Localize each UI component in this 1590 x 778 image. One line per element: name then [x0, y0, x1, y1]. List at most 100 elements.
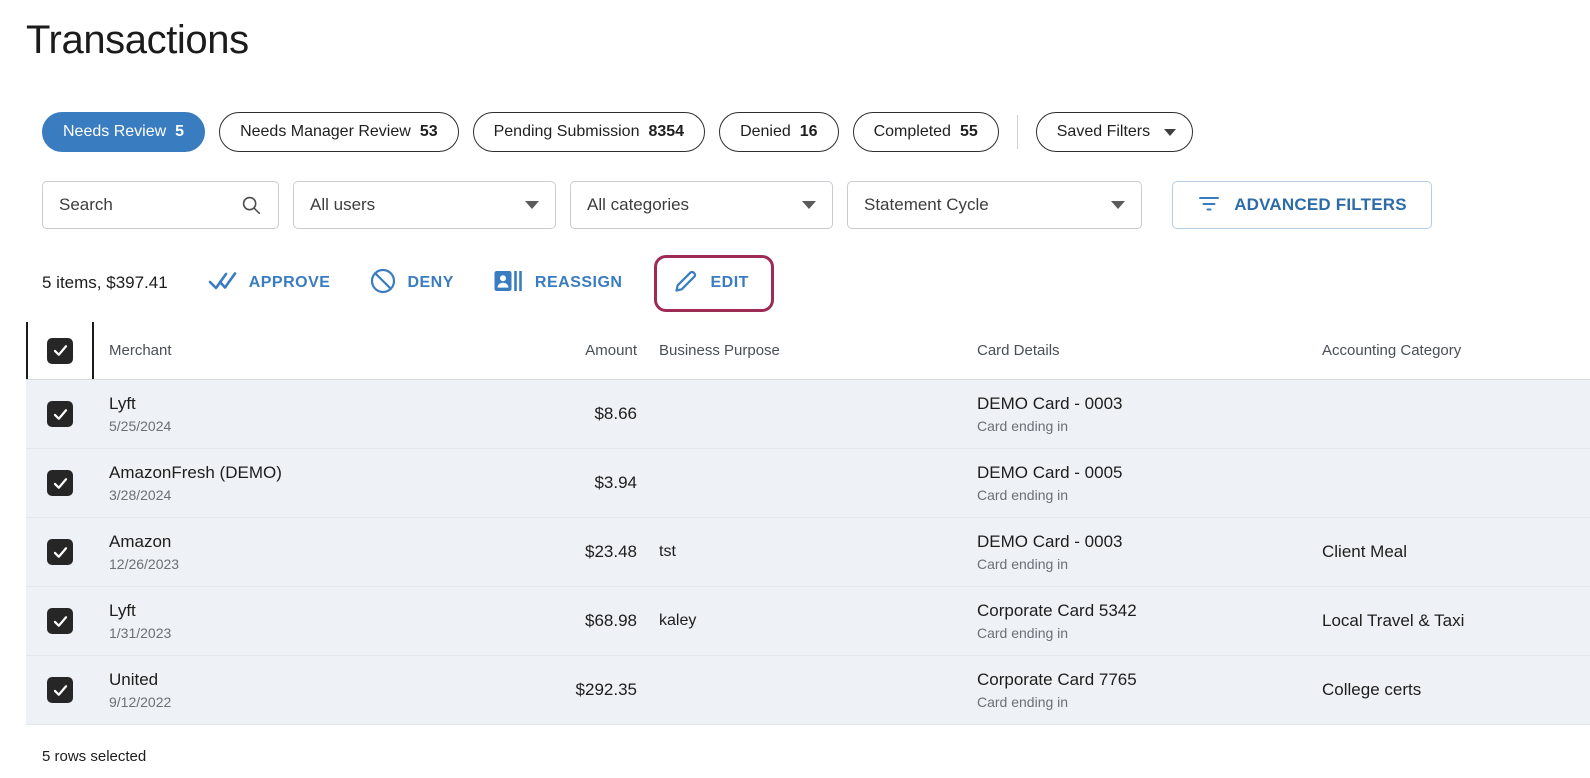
row-checkbox[interactable]: [47, 401, 73, 427]
card-sub: Card ending in: [977, 486, 1069, 503]
column-header-accounting-category[interactable]: Accounting Category: [1322, 322, 1582, 379]
table-row[interactable]: Lyft 1/31/2023 $68.98 kaley Corporate Ca…: [26, 587, 1590, 656]
search-input[interactable]: Search: [42, 181, 279, 229]
advanced-filters-button[interactable]: ADVANCED FILTERS: [1172, 181, 1432, 229]
column-header-merchant[interactable]: Merchant: [94, 322, 559, 379]
filter-toolbar: Search All users All categories Statemen…: [42, 181, 1432, 229]
card-sub: Card ending in: [977, 693, 1069, 710]
saved-filters-label: Saved Filters: [1056, 123, 1151, 140]
deny-circle-slash-icon: [370, 268, 396, 299]
cell-amount: $292.35: [559, 656, 637, 724]
amount-value: $23.48: [585, 542, 637, 561]
cell-business-purpose: tst: [637, 518, 977, 586]
cell-business-purpose: kaley: [637, 587, 977, 655]
row-select-cell: [26, 380, 94, 448]
tab-needs-review-count: 5: [175, 123, 185, 140]
card-name: DEMO Card - 0003: [977, 393, 1123, 413]
table-row[interactable]: AmazonFresh (DEMO) 3/28/2024 $3.94 DEMO …: [26, 449, 1590, 518]
search-placeholder: Search: [59, 195, 113, 214]
cell-accounting-category: [1322, 380, 1582, 448]
column-header-amount-label: Amount: [585, 342, 637, 359]
column-header-amount[interactable]: Amount: [559, 322, 637, 379]
card-sub: Card ending in: [977, 417, 1069, 434]
table-row[interactable]: United 9/12/2022 $292.35 Corporate Card …: [26, 656, 1590, 725]
chevron-down-icon: [802, 201, 816, 209]
merchant-name: AmazonFresh (DEMO): [109, 462, 282, 482]
edit-label: EDIT: [710, 274, 749, 291]
row-select-cell: [26, 449, 94, 517]
deny-label: DENY: [407, 274, 454, 291]
column-header-card-details-label: Card Details: [977, 342, 1060, 359]
row-select-cell: [26, 518, 94, 586]
merchant-name: Amazon: [109, 531, 172, 551]
select-all-cell: [26, 322, 94, 379]
column-header-card-details[interactable]: Card Details: [977, 322, 1322, 379]
chip-divider: [1016, 115, 1018, 149]
transaction-date: 12/26/2023: [109, 555, 180, 572]
table-row[interactable]: Lyft 5/25/2024 $8.66 DEMO Card - 0003 Ca…: [26, 380, 1590, 449]
accounting-category-value: Local Travel & Taxi: [1322, 611, 1465, 630]
accounting-category-value: Client Meal: [1322, 542, 1408, 561]
cell-amount: $23.48: [559, 518, 637, 586]
cell-card-details: DEMO Card - 0003 Card ending in: [977, 380, 1322, 448]
tab-needs-manager-review[interactable]: Needs Manager Review 53: [219, 112, 459, 152]
double-check-icon: [208, 270, 238, 297]
approve-label: APPROVE: [248, 274, 331, 291]
tab-denied[interactable]: Denied 16: [719, 112, 839, 152]
tab-pending-submission-count: 8354: [648, 123, 685, 140]
cell-merchant: United 9/12/2022: [94, 656, 559, 724]
tab-needs-review-label: Needs Review: [63, 123, 167, 140]
accounting-category-value: College certs: [1322, 680, 1422, 699]
tab-completed[interactable]: Completed 55: [852, 112, 999, 152]
tab-pending-submission[interactable]: Pending Submission 8354: [472, 112, 706, 152]
business-purpose-value: kaley: [659, 612, 697, 629]
edit-button[interactable]: EDIT: [654, 254, 774, 312]
status-tabs: Needs Review 5 Needs Manager Review 53 P…: [42, 112, 1194, 152]
row-checkbox[interactable]: [47, 470, 73, 496]
tab-needs-manager-review-count: 53: [419, 123, 438, 140]
row-select-cell: [26, 587, 94, 655]
chevron-down-icon: [1111, 201, 1125, 209]
card-name: Corporate Card 5342: [977, 600, 1137, 620]
all-users-select[interactable]: All users: [293, 181, 556, 229]
reassign-button[interactable]: REASSIGN: [480, 257, 637, 310]
cell-card-details: Corporate Card 7765 Card ending in: [977, 656, 1322, 724]
transaction-date: 9/12/2022: [109, 693, 172, 710]
row-checkbox[interactable]: [47, 539, 73, 565]
amount-value: $3.94: [594, 473, 637, 492]
cell-merchant: AmazonFresh (DEMO) 3/28/2024: [94, 449, 559, 517]
cell-business-purpose: [637, 656, 977, 724]
cell-card-details: Corporate Card 5342 Card ending in: [977, 587, 1322, 655]
card-sub: Card ending in: [977, 555, 1069, 572]
transaction-date: 1/31/2023: [109, 624, 172, 641]
cell-merchant: Lyft 1/31/2023: [94, 587, 559, 655]
card-name: DEMO Card - 0005: [977, 462, 1123, 482]
all-users-value: All users: [310, 195, 376, 214]
cell-business-purpose: [637, 449, 977, 517]
deny-button[interactable]: DENY: [356, 256, 467, 311]
saved-filters-dropdown[interactable]: Saved Filters: [1035, 112, 1194, 152]
select-all-checkbox[interactable]: [47, 337, 73, 364]
all-categories-select[interactable]: All categories: [570, 181, 833, 229]
row-checkbox[interactable]: [47, 608, 73, 634]
column-header-business-purpose[interactable]: Business Purpose: [637, 322, 977, 379]
row-checkbox[interactable]: [47, 677, 73, 703]
approve-button[interactable]: APPROVE: [194, 258, 345, 309]
chevron-down-icon: [525, 201, 539, 209]
statement-cycle-value: Statement Cycle: [864, 195, 989, 214]
cell-merchant: Lyft 5/25/2024: [94, 380, 559, 448]
table-header-row: Merchant Amount Business Purpose Card De…: [26, 322, 1590, 380]
cell-business-purpose: [637, 380, 977, 448]
amount-value: $292.35: [575, 680, 637, 699]
all-categories-value: All categories: [587, 195, 690, 214]
cell-card-details: DEMO Card - 0003 Card ending in: [977, 518, 1322, 586]
transaction-date: 5/25/2024: [109, 417, 172, 434]
table-row[interactable]: Amazon 12/26/2023 $23.48 tst DEMO Card -…: [26, 518, 1590, 587]
tab-needs-review[interactable]: Needs Review 5: [42, 112, 206, 152]
cell-accounting-category: [1322, 449, 1582, 517]
statement-cycle-select[interactable]: Statement Cycle: [847, 181, 1142, 229]
pencil-icon: [673, 268, 699, 299]
rows-selected-status: 5 rows selected: [42, 748, 147, 765]
page-title: Transactions: [26, 18, 249, 62]
amount-value: $68.98: [585, 611, 637, 630]
